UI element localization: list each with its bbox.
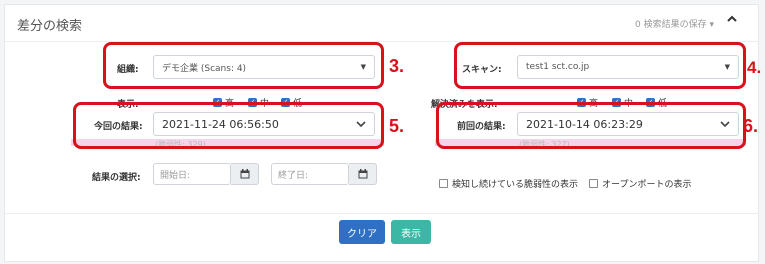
callout-box-4 bbox=[454, 42, 746, 89]
save-search-results-link[interactable]: 0 検索結果の保存 ▾ bbox=[635, 17, 714, 30]
start-calendar-button[interactable] bbox=[231, 163, 259, 185]
callout-number-4: 4. bbox=[747, 58, 762, 77]
calendar-icon bbox=[358, 169, 367, 179]
continuing-vuln-checkbox[interactable]: 検知し続けている脆弱性の表示 bbox=[439, 177, 578, 190]
callout-number-6: 6. bbox=[743, 116, 759, 136]
diff-search-panel: 差分の検索 0 検索結果の保存 ▾ 組織: デモ企業 (Scans: 4) ▼ … bbox=[4, 4, 762, 262]
callout-number-5: 5. bbox=[389, 116, 405, 136]
result-select-label: 結果の選択: bbox=[92, 173, 141, 183]
callout-box-3 bbox=[103, 42, 384, 89]
callout-box-5 bbox=[73, 102, 384, 149]
callout-number-3: 3. bbox=[389, 56, 405, 76]
show-button[interactable]: 表示 bbox=[391, 220, 431, 244]
collapse-chevron-icon[interactable] bbox=[726, 14, 738, 27]
clear-button[interactable]: クリア bbox=[339, 220, 385, 244]
end-date-input[interactable]: 終了日: bbox=[271, 163, 349, 185]
checkbox-unchecked-icon bbox=[589, 179, 598, 188]
panel-title: 差分の検索 bbox=[17, 19, 83, 34]
calendar-icon bbox=[240, 169, 249, 179]
open-ports-checkbox[interactable]: オープンポートの表示 bbox=[589, 177, 691, 190]
footer-divider bbox=[5, 213, 758, 214]
checkbox-unchecked-icon bbox=[439, 179, 448, 188]
callout-box-6 bbox=[436, 102, 746, 149]
end-calendar-button[interactable] bbox=[349, 163, 377, 185]
start-date-input[interactable]: 開始日: bbox=[153, 163, 231, 185]
